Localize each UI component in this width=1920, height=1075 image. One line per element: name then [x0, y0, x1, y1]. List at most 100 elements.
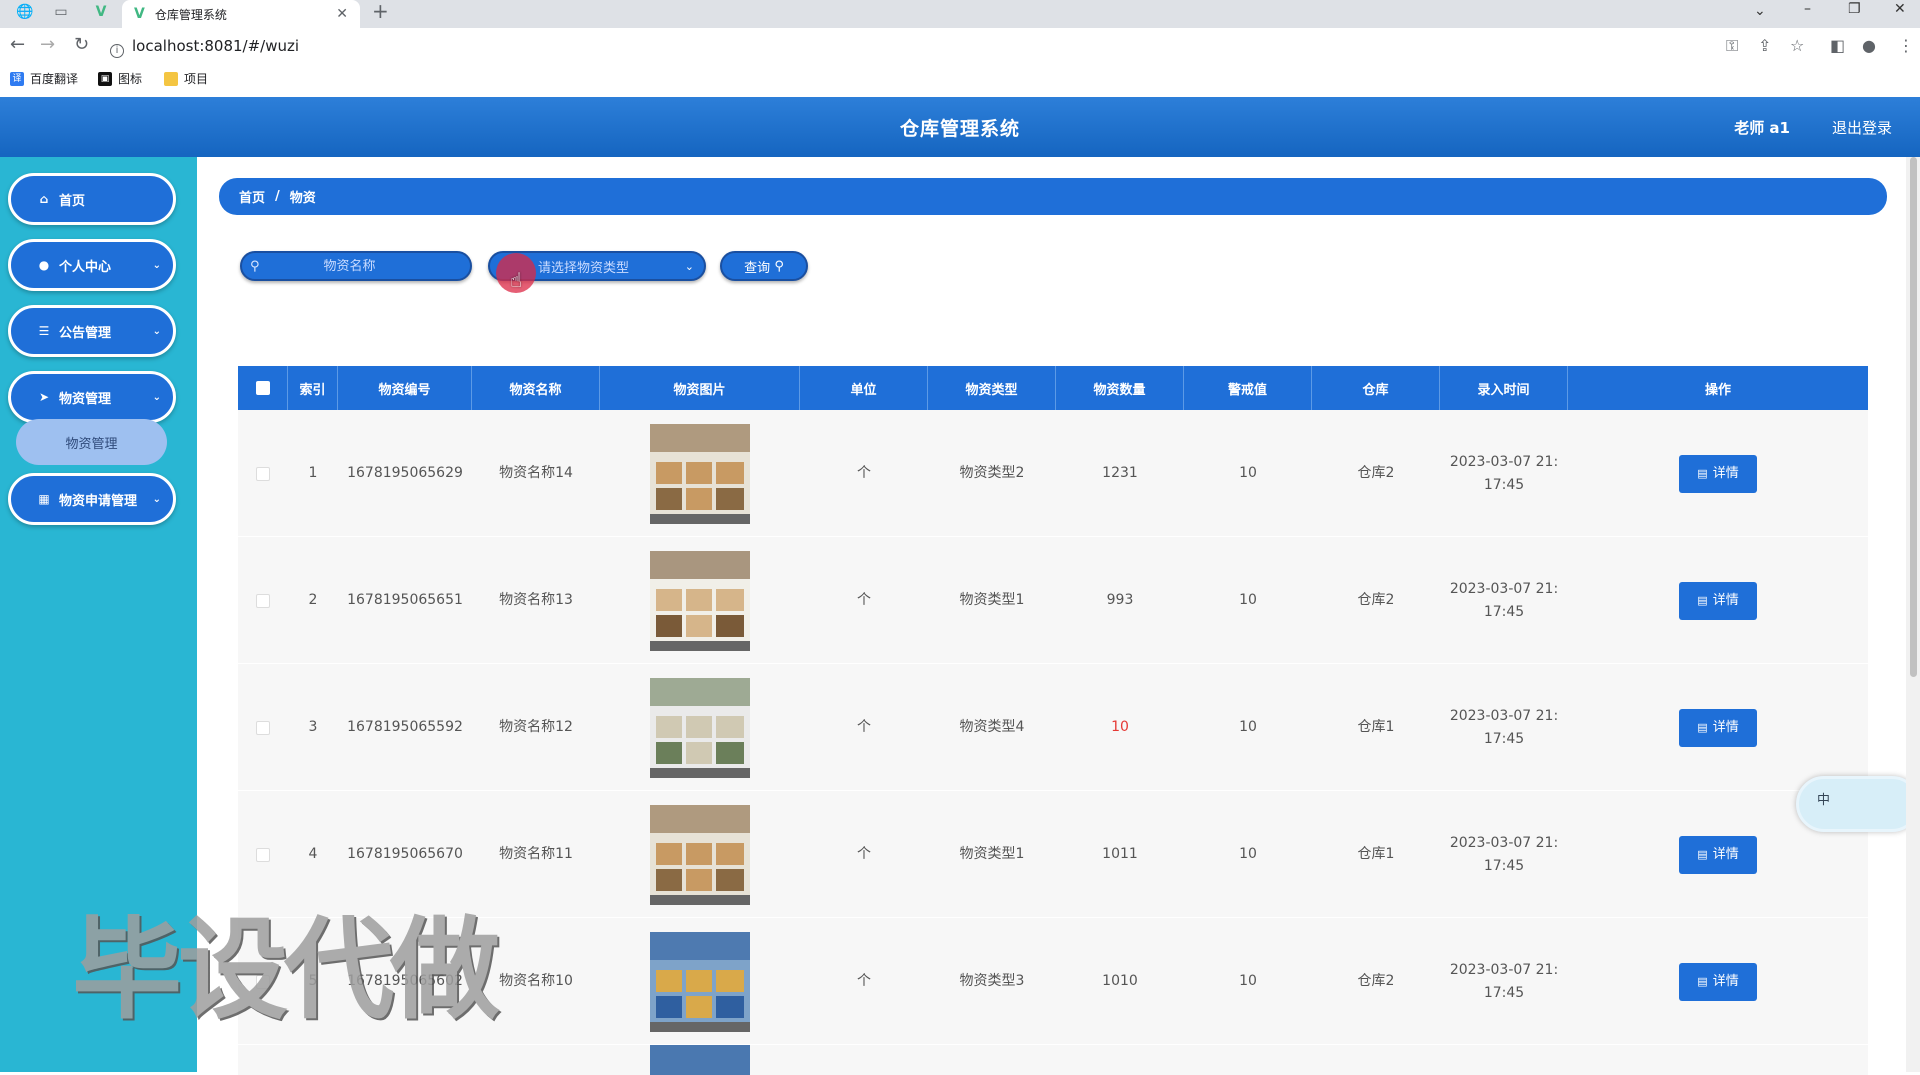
back-icon[interactable]: ← [10, 36, 25, 54]
cell-time: 2023-03-07 21: 17:45 [1449, 453, 1559, 493]
column-header: 物资数量 [1056, 366, 1184, 410]
sidebar-item-notice[interactable]: ☰ 公告管理 ⌄ [8, 305, 176, 357]
cell-name: 物资名称12 [499, 719, 573, 735]
column-header: 操作 [1704, 382, 1731, 398]
sidebar-item-materials[interactable]: ➤ 物资管理 ⌄ [8, 371, 176, 423]
column-header: 仓库 [1312, 366, 1440, 410]
row-checkbox[interactable] [256, 720, 270, 735]
select-all-checkbox[interactable] [255, 381, 270, 395]
chevron-down-icon: ⌄ [684, 259, 694, 273]
share-icon[interactable]: ⇪ [1758, 36, 1771, 55]
column-header: 物资名称 [472, 366, 600, 410]
restore-icon[interactable]: ❐ [1848, 0, 1861, 18]
cell-type: 物资类型1 [959, 592, 1025, 608]
row-select-cell [238, 537, 288, 664]
cell-warehouse: 仓库2 [1357, 465, 1395, 481]
ime-widget[interactable]: 中 [1796, 776, 1920, 832]
hand-cursor-icon: ☝ [510, 268, 523, 292]
detail-button[interactable]: ▤ 详情 [1679, 454, 1757, 493]
material-photo-image [650, 677, 750, 778]
forward-icon[interactable]: → [40, 36, 55, 54]
detail-button[interactable]: ▤ 详情 [1679, 581, 1757, 620]
site-info-icon[interactable]: i [110, 44, 124, 58]
column-header: 索引 [288, 366, 338, 410]
material-photo[interactable] [650, 804, 750, 905]
bookmark-icons[interactable]: ▣ 图标 [98, 70, 142, 87]
document-icon: ▤ [1697, 975, 1708, 988]
scrollbar-thumb[interactable] [1910, 157, 1917, 677]
current-user: 老师 a1 [1734, 118, 1790, 137]
select-all-cell [238, 366, 288, 410]
row-checkbox[interactable] [256, 593, 270, 608]
browser-tab-bar: 🌐 ▭ V V 仓库管理系统 ✕ + ⌄ – ❐ ✕ [0, 0, 1920, 28]
window-close-icon[interactable]: ✕ [1894, 0, 1906, 18]
send-icon: ➤ [38, 390, 50, 404]
cell-alert: 10 [1239, 592, 1257, 608]
star-icon[interactable]: ☆ [1790, 36, 1804, 55]
column-header: 录入时间 [1440, 366, 1568, 410]
cell-code: 1678195065629 [347, 465, 463, 481]
column-header: 单位 [800, 366, 928, 410]
chevron-up-icon: ⌄ [152, 391, 161, 403]
tab-search-icon[interactable]: ⌄ [1754, 2, 1766, 20]
tab-close-icon[interactable]: ✕ [336, 6, 348, 22]
url-field[interactable]: i localhost:8081/#/wuzi [110, 37, 299, 58]
cell-index: 3 [308, 719, 318, 735]
detail-button[interactable]: ▤ 详情 [1679, 708, 1757, 747]
profile-icon[interactable]: ● [1862, 36, 1876, 55]
cell-code: 1678195065592 [347, 719, 463, 735]
logout-link[interactable]: 退出登录 [1832, 117, 1892, 138]
app-title: 仓库管理系统 [899, 117, 1020, 140]
sidebar-item-applications[interactable]: ▦ 物资申请管理 ⌄ [8, 473, 176, 525]
cell-actions: ▤ 详情 [1568, 410, 1868, 537]
material-photo[interactable] [650, 931, 750, 1032]
cell-index: 1 [308, 465, 318, 481]
bookmark-project[interactable]: 项目 [164, 70, 208, 87]
detail-button[interactable]: ▤ 详情 [1679, 835, 1757, 874]
chevron-down-icon: ⌄ [152, 259, 161, 271]
minimize-icon[interactable]: – [1804, 0, 1811, 18]
cell-alert: 10 [1239, 465, 1257, 481]
cell-time: 2023-03-07 21: 17:45 [1449, 707, 1559, 747]
globe-icon[interactable]: 🌐 [10, 0, 40, 24]
menu-kebab-icon[interactable]: ⋮ [1898, 36, 1914, 55]
material-photo[interactable] [650, 423, 750, 524]
detail-button[interactable]: ▤ 详情 [1679, 962, 1757, 1001]
material-photo[interactable] [650, 550, 750, 651]
column-header: 物资编号 [338, 366, 472, 410]
sidepanel-icon[interactable]: ◧ [1830, 36, 1845, 55]
vue-logo-icon: V [134, 6, 145, 22]
row-checkbox[interactable] [256, 847, 270, 862]
page-scrollbar[interactable] [1906, 157, 1920, 1072]
new-tab-button[interactable]: + [372, 0, 389, 22]
sidebar-item-profile[interactable]: ● 个人中心 ⌄ [8, 239, 176, 291]
cell-type: 物资类型2 [959, 465, 1025, 481]
row-checkbox[interactable] [256, 466, 270, 481]
query-button[interactable]: 查询 ⚲ [720, 251, 808, 281]
row-select-cell [238, 410, 288, 537]
submenu-item-materials[interactable]: 物资管理 [16, 419, 167, 465]
cell-unit: 个 [857, 719, 871, 735]
vue-tab-icon[interactable]: V [86, 0, 116, 24]
image-icon: ▣ [98, 71, 112, 86]
search-icon: ⚲ [250, 258, 260, 274]
breadcrumb-home[interactable]: 首页 [239, 187, 265, 206]
column-header: 物资图片 [600, 366, 800, 410]
sidebar-item-home[interactable]: ⌂ 首页 [8, 173, 176, 225]
material-name-search[interactable]: ⚲ [240, 251, 472, 281]
cell-type: 物资类型4 [959, 719, 1025, 735]
active-tab[interactable]: V 仓库管理系统 ✕ [122, 0, 360, 28]
home-icon: ⌂ [39, 192, 49, 206]
row-select-cell [238, 664, 288, 791]
table-row-partial [238, 1045, 1868, 1075]
material-photo-image [650, 804, 750, 905]
reload-icon[interactable]: ↻ [74, 36, 89, 54]
search-input[interactable] [259, 258, 440, 274]
key-icon[interactable]: ⚿ [1726, 36, 1738, 56]
cell-name: 物资名称13 [499, 592, 573, 608]
table-row: 3 1678195065592 物资名称12 个 物资类型4 10 10 仓库1 2023-03… [238, 664, 1868, 791]
cell-quantity: 993 [1106, 592, 1134, 608]
bookmark-baidu-translate[interactable]: 译百度翻译 [10, 70, 78, 87]
material-photo[interactable] [650, 677, 750, 778]
tab-icon[interactable]: ▭ [46, 0, 76, 24]
